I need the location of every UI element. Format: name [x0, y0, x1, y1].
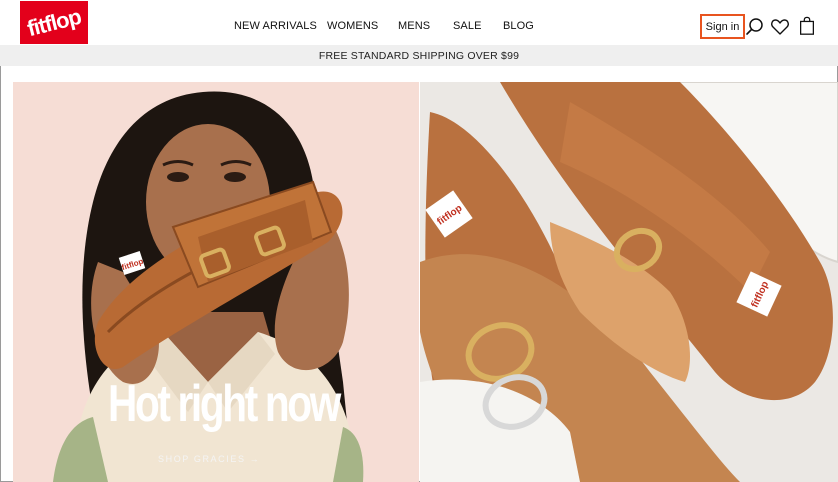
nav-new-arrivals[interactable]: NEW ARRIVALS — [234, 20, 317, 32]
nav-sale[interactable]: SALE — [453, 20, 482, 32]
hero-title: Hot right now — [108, 375, 341, 433]
heart-icon[interactable] — [770, 17, 790, 37]
nav-mens[interactable]: MENS — [398, 20, 430, 32]
nav-womens[interactable]: WOMENS — [327, 20, 378, 32]
nav-blog[interactable]: BLOG — [503, 20, 534, 32]
shipping-promo-bar[interactable]: FREE STANDARD SHIPPING OVER $99 — [0, 45, 838, 66]
sign-in-button[interactable]: Sign in — [700, 14, 745, 39]
bag-icon[interactable] — [797, 16, 817, 36]
site-header: fitflop NEW ARRIVALS WOMENS MENS SALE BL… — [0, 0, 838, 45]
sandals-product-image: fitflop fitflop — [420, 82, 838, 482]
hero-right-banner[interactable]: fitflop fitflop — [420, 82, 838, 482]
hero-left-banner[interactable]: fitflop Hot right now SHOP GRACIES → — [13, 82, 419, 482]
shop-gracies-link[interactable]: SHOP GRACIES → — [158, 454, 260, 464]
search-icon[interactable] — [745, 17, 765, 37]
